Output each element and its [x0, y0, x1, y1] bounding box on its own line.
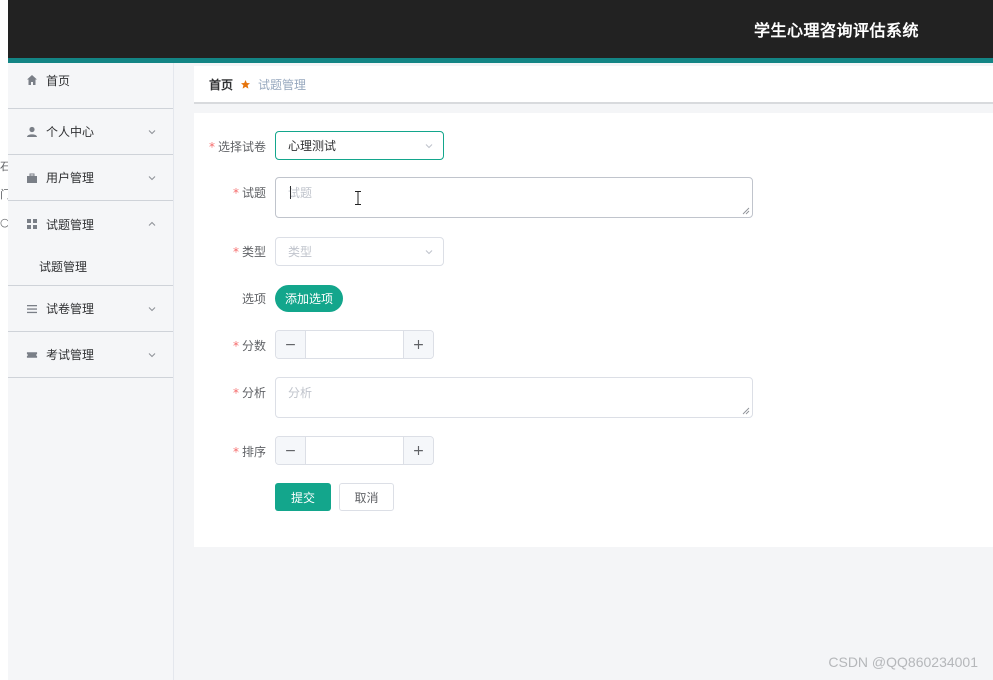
required-mark: *: [232, 386, 239, 400]
sidebar-divider: [8, 97, 173, 109]
score-increment-button[interactable]: +: [403, 331, 433, 358]
breadcrumb: 首页 试题管理: [194, 66, 993, 104]
paper-select[interactable]: 心理测试: [275, 131, 444, 160]
paper-select-value: 心理测试: [288, 139, 337, 153]
chevron-up-icon: [148, 221, 156, 226]
required-mark: *: [208, 140, 215, 154]
sidebar-item-exam-management[interactable]: 考试管理: [8, 332, 173, 378]
sidebar-item-label: 个人中心: [46, 125, 95, 139]
sidebar-item-label: 首页: [46, 73, 71, 88]
resize-handle-icon[interactable]: [742, 407, 750, 415]
question-placeholder: 试题: [288, 186, 313, 200]
chevron-down-icon: [425, 144, 433, 149]
label-text: 分析: [241, 386, 266, 400]
analysis-placeholder: 分析: [288, 386, 313, 400]
required-mark: *: [232, 186, 239, 200]
resize-handle-icon[interactable]: [742, 207, 750, 215]
required-mark: *: [232, 245, 239, 259]
label-text: 类型: [241, 245, 266, 259]
analysis-textarea[interactable]: 分析: [275, 377, 753, 418]
sidebar-item-label: 试题管理: [46, 217, 95, 232]
order-stepper: − +: [275, 436, 434, 465]
required-mark: *: [232, 339, 239, 353]
sidebar-item-question-management[interactable]: 试题管理: [8, 201, 173, 247]
sidebar-item-label: 试卷管理: [46, 302, 95, 316]
label-text: 排序: [241, 445, 266, 459]
sidebar-item-personal-center[interactable]: 个人中心: [8, 109, 173, 155]
left-edge-fragment: 石 门 ○: [0, 0, 11, 680]
chevron-down-icon: [148, 175, 156, 180]
label-text: 选择试卷: [217, 140, 266, 154]
label-text: 分数: [241, 339, 266, 353]
sidebar-item-user-management[interactable]: 用户管理: [8, 155, 173, 201]
sidebar: 首页 个人中心 用户管理 试题管理 试题管理 试卷管理 考试管理: [8, 63, 174, 680]
analysis-field-label: * 分析: [186, 384, 266, 401]
ticket-icon: [26, 349, 38, 361]
question-field-label: * 试题: [186, 184, 266, 201]
score-decrement-button[interactable]: −: [276, 331, 306, 358]
type-field-label: * 类型: [186, 243, 266, 260]
sidebar-item-home[interactable]: 首页: [8, 63, 173, 97]
breadcrumb-home[interactable]: 首页: [209, 76, 233, 93]
cancel-button[interactable]: 取消: [339, 483, 394, 511]
submit-button[interactable]: 提交: [275, 483, 331, 511]
app-title: 学生心理咨询评估系统: [753, 21, 919, 40]
type-select[interactable]: 类型: [275, 237, 444, 266]
sidebar-subitem-question-management[interactable]: 试题管理: [8, 247, 173, 286]
order-increment-button[interactable]: +: [403, 437, 433, 464]
score-stepper: − +: [275, 330, 434, 359]
chevron-down-icon: [425, 250, 433, 255]
add-option-button[interactable]: 添加选项: [275, 285, 343, 312]
score-field-label: * 分数: [186, 337, 266, 354]
breadcrumb-separator-icon: [240, 79, 251, 90]
breadcrumb-current: 试题管理: [258, 77, 307, 92]
sidebar-subitem-label: 试题管理: [39, 259, 88, 274]
sidebar-item-label: 用户管理: [46, 171, 95, 185]
order-field-label: * 排序: [186, 443, 266, 460]
chevron-down-icon: [148, 352, 156, 357]
home-icon: [26, 74, 38, 86]
question-textarea[interactable]: 试题: [275, 177, 753, 218]
order-input[interactable]: [307, 437, 403, 464]
sidebar-item-paper-management[interactable]: 试卷管理: [8, 286, 173, 332]
chevron-down-icon: [148, 129, 156, 134]
required-mark: *: [232, 445, 239, 459]
score-input[interactable]: [307, 331, 403, 358]
grid-icon: [26, 218, 38, 230]
order-decrement-button[interactable]: −: [276, 437, 306, 464]
label-text: 选项: [241, 292, 266, 306]
sidebar-item-label: 考试管理: [46, 348, 95, 362]
paper-field-label: * 选择试卷: [186, 138, 266, 155]
briefcase-icon: [26, 172, 38, 184]
chevron-down-icon: [148, 306, 156, 311]
mouse-ibeam-cursor-icon: [355, 191, 361, 205]
options-field-label: 选项: [186, 290, 266, 307]
watermark: CSDN @QQ860234001: [828, 654, 978, 670]
label-text: 试题: [241, 186, 266, 200]
text-caret: [290, 186, 291, 199]
top-header: 学生心理咨询评估系统: [8, 0, 993, 58]
list-icon: [26, 303, 38, 315]
user-icon: [26, 126, 38, 138]
type-select-placeholder: 类型: [288, 245, 313, 259]
